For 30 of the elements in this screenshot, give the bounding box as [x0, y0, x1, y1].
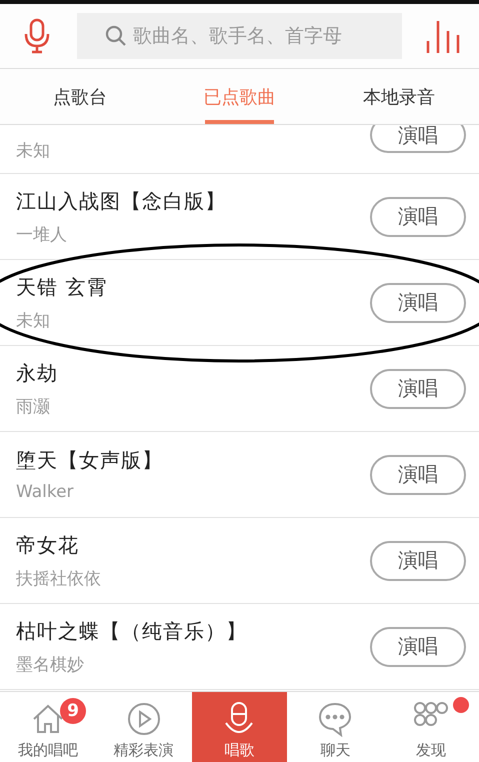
- song-title: 堕天【女声版】: [16, 447, 164, 474]
- sing-button[interactable]: 演唱: [370, 626, 466, 666]
- song-artist: 未知: [16, 310, 51, 332]
- song-artist: Walker: [16, 482, 75, 502]
- search-icon: [105, 25, 127, 47]
- tab[interactable]: 点歌台: [0, 69, 160, 124]
- song-artist: 一堆人: [16, 224, 68, 246]
- play-icon: [126, 701, 162, 737]
- song-title: 帝女花: [16, 532, 80, 558]
- song-artist: 未知: [16, 140, 51, 162]
- song-title: 天错 玄霄: [16, 274, 108, 300]
- sing-button[interactable]: 演唱: [370, 125, 466, 153]
- song-artist: 雨灏: [16, 396, 51, 418]
- song-title: 永劫: [16, 360, 59, 386]
- chat-icon: [317, 701, 354, 737]
- equalizer-icon[interactable]: [426, 19, 460, 53]
- sing-button[interactable]: 演唱: [370, 540, 466, 580]
- tab[interactable]: 本地录音: [319, 69, 479, 124]
- song-title: 枯叶之蝶【（纯音乐）】: [16, 618, 248, 644]
- nav-tab[interactable]: 唱歌: [192, 692, 288, 762]
- sing-button[interactable]: 演唱: [370, 282, 466, 322]
- sing-button[interactable]: 演唱: [370, 368, 466, 408]
- song-title: 江山入战图【念白版】: [16, 188, 227, 214]
- song-artist: 扶摇社依依: [16, 568, 102, 590]
- song-artist: 墨名棋妙: [16, 654, 85, 676]
- sing-button[interactable]: 演唱: [370, 196, 466, 236]
- search-field[interactable]: 歌曲名、歌手名、首字母: [77, 13, 402, 59]
- sing-button[interactable]: 演唱: [370, 454, 466, 494]
- microphone-icon[interactable]: [24, 18, 50, 54]
- count-badge: 9: [60, 698, 86, 724]
